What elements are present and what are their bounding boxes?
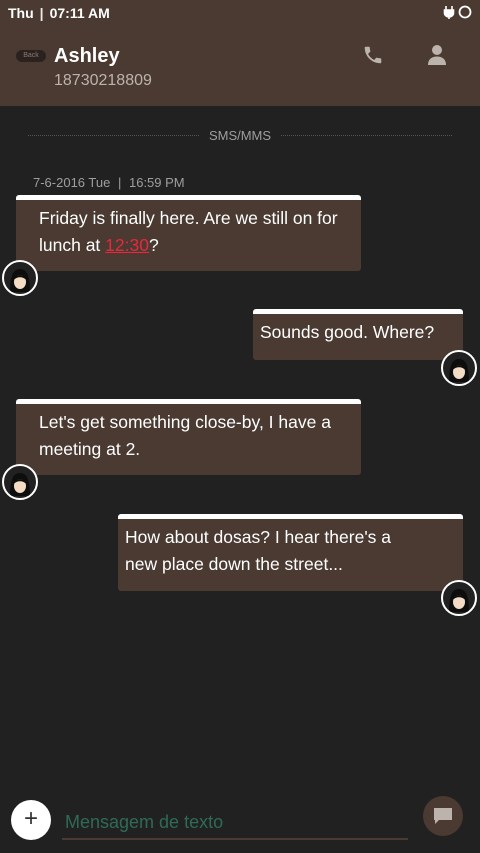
message-bubble-outgoing[interactable]: Sounds good. Where? (253, 309, 463, 360)
status-icons (443, 5, 472, 19)
contact-name: Ashley (54, 45, 120, 67)
message-text-suffix: ? (148, 235, 159, 255)
avatar-face-icon (10, 473, 30, 496)
message-timestamp: 7-6-2016 Tue | 16:59 PM (33, 175, 185, 190)
message-text-line2: new place down the street... (125, 554, 343, 574)
status-separator: | (39, 5, 44, 21)
contact-avatar[interactable] (2, 260, 38, 296)
message-text: Sounds good. Where? (260, 322, 435, 342)
time-link[interactable]: 12:30 (105, 235, 149, 255)
message-bubble-incoming[interactable]: Friday is finally here. Are we still on … (16, 195, 361, 271)
contact-number: 18730218809 (54, 72, 152, 89)
send-button[interactable] (423, 796, 463, 836)
message-input[interactable] (62, 806, 408, 840)
timestamp-separator: | (117, 175, 122, 190)
usb-icon (443, 6, 455, 19)
message-text-prefix: lunch at (39, 235, 106, 255)
message-icon (434, 808, 452, 824)
contact-avatar[interactable] (2, 464, 38, 500)
thread-type-label: SMS/MMS (18, 127, 462, 143)
add-attachment-button[interactable]: + (11, 800, 51, 840)
message-text: How about dosas? I hear there's a (125, 527, 392, 547)
ring-icon (458, 5, 472, 19)
message-text-line2: meeting at 2. (39, 439, 141, 459)
message-bubble-incoming[interactable]: Let's get something close-by, I have a m… (16, 399, 361, 475)
avatar-face-icon (10, 269, 30, 292)
thread-type-text: SMS/MMS (208, 127, 272, 143)
message-text: Friday is finally here. Are we still on … (39, 208, 338, 228)
avatar-face-icon (449, 589, 469, 612)
status-day: Thu (8, 5, 34, 21)
timestamp-time: 16:59 PM (128, 175, 185, 190)
conversation-header: Back Ashley 18730218809 (0, 26, 480, 106)
status-time: 07:11 AM (49, 5, 110, 21)
call-icon[interactable] (362, 44, 384, 66)
avatar-face-icon (449, 359, 469, 382)
my-avatar[interactable] (441, 350, 477, 386)
message-text-line2: lunch at 12:30? (39, 232, 353, 259)
message-bubble-outgoing[interactable]: How about dosas? I hear there's a new pl… (118, 514, 463, 591)
back-button[interactable]: Back (16, 50, 46, 62)
timestamp-date: 7-6-2016 Tue (33, 175, 111, 190)
my-avatar[interactable] (441, 580, 477, 616)
message-text: Let's get something close-by, I have a (39, 412, 331, 432)
contact-icon[interactable] (427, 44, 447, 66)
status-bar: Thu | 07:11 AM (0, 0, 480, 26)
